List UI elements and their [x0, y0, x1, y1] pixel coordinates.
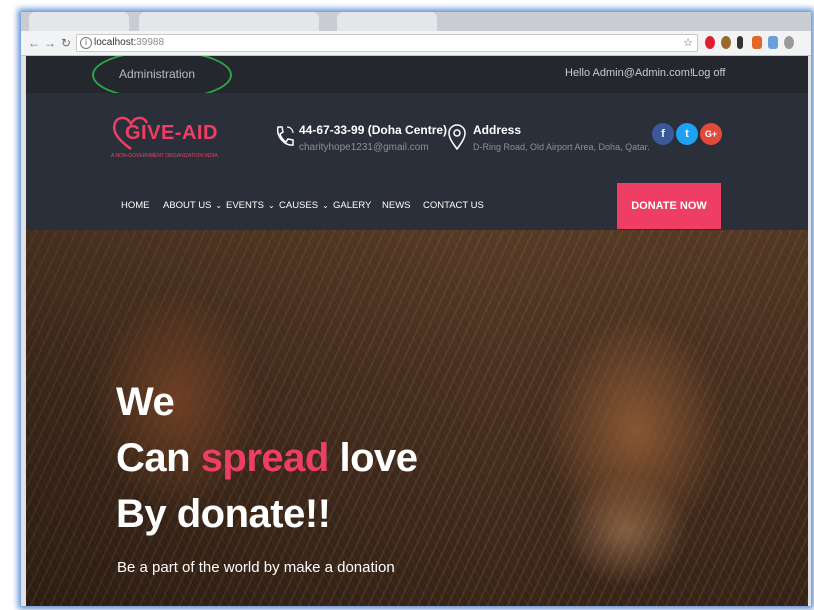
nav-news[interactable]: NEWS [382, 200, 411, 211]
nav-label: GALERY [333, 200, 372, 211]
browser-tab[interactable] [29, 12, 129, 31]
facebook-icon[interactable]: f [652, 123, 674, 145]
url-text: localhost:39988 [94, 36, 164, 50]
nav-label: HOME [121, 200, 150, 211]
nav-contact[interactable]: CONTACT US [423, 200, 484, 211]
nav-galery[interactable]: GALERY [333, 200, 371, 211]
extension-icon[interactable] [737, 36, 743, 49]
nav-about[interactable]: ABOUT US ⌄ [163, 200, 222, 211]
nav-label: NEWS [382, 200, 411, 211]
browser-tab[interactable] [139, 12, 319, 31]
nav-label: EVENTS [226, 200, 265, 211]
nav-events[interactable]: EVENTS ⌄ [226, 200, 275, 211]
extension-icon[interactable] [752, 36, 762, 49]
address-title: Address [473, 123, 522, 137]
star-icon[interactable]: ☆ [683, 35, 693, 51]
hero-line-1: We [116, 380, 175, 424]
extension-icon[interactable] [721, 36, 731, 49]
email-text[interactable]: charityhope1231@gmail.com [299, 142, 429, 153]
hero-line-3: By donate!! [116, 492, 331, 536]
nav-causes[interactable]: CAUSES ⌄ [279, 200, 329, 211]
hero-line-2: Can spread love [116, 436, 418, 481]
reload-icon[interactable]: ↻ [59, 34, 73, 52]
opera-extension-icon[interactable] [705, 36, 715, 49]
donate-now-button[interactable]: DONATE NOW [617, 183, 721, 229]
logo-tagline: A NON-GOVERNMENT ORGANIZATION INDIA [111, 153, 218, 159]
url-port: 39988 [136, 37, 165, 48]
info-icon[interactable]: i [80, 37, 92, 49]
tab-strip [21, 12, 811, 31]
browser-tab[interactable] [337, 12, 437, 31]
extension-icon[interactable] [768, 36, 778, 49]
twitter-icon[interactable]: t [676, 123, 698, 145]
site-logo[interactable]: GIVE-AID A NON-GOVERNMENT ORGANIZATION I… [111, 113, 221, 168]
hero-text: Can [116, 436, 201, 480]
browser-toolbar: ← → ↻ i localhost:39988 ☆ [21, 31, 811, 56]
top-bar: Administration Hello Admin@Admin.com! Lo… [26, 56, 808, 100]
nav-label: ABOUT US [163, 200, 212, 211]
google-plus-icon[interactable]: G+ [700, 123, 722, 145]
hero-banner: We Can spread love By donate!! Be a part… [26, 230, 808, 606]
forward-icon[interactable]: → [43, 34, 57, 52]
logout-link[interactable]: Log off [692, 67, 725, 79]
chevron-down-icon: ⌄ [268, 201, 275, 210]
browser-window: ← → ↻ i localhost:39988 ☆ Administration… [21, 12, 811, 606]
address-text: D-Ring Road, Old Airport Area, Doha, Qat… [473, 142, 650, 152]
back-icon[interactable]: ← [27, 34, 41, 52]
phone-icon [276, 126, 294, 146]
hero-accent-text: spread [200, 436, 330, 480]
chevron-down-icon: ⌄ [322, 201, 329, 210]
phone-number: 44-67-33-99 (Doha Centre) [299, 123, 448, 137]
hero-text: love [328, 436, 418, 480]
chevron-down-icon: ⌄ [215, 201, 223, 210]
hero-subtitle: Be a part of the world by make a donatio… [117, 559, 395, 576]
menu-icon[interactable] [784, 36, 794, 49]
web-page: Administration Hello Admin@Admin.com! Lo… [26, 56, 808, 606]
location-pin-icon [448, 124, 466, 150]
address-bar[interactable]: i localhost:39988 ☆ [76, 34, 698, 52]
greeting-link[interactable]: Hello Admin@Admin.com! [565, 67, 693, 79]
site-header: GIVE-AID A NON-GOVERNMENT ORGANIZATION I… [26, 93, 808, 230]
nav-label: CONTACT US [423, 200, 484, 211]
url-host: localhost: [94, 37, 137, 48]
nav-home[interactable]: HOME [121, 200, 150, 211]
nav-label: CAUSES [279, 200, 319, 211]
logo-text: GIVE-AID [125, 122, 218, 144]
